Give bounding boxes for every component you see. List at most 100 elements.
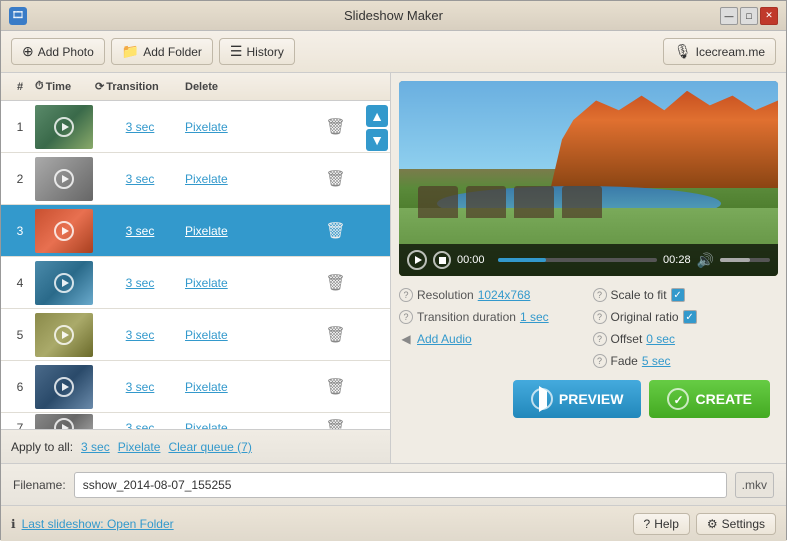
volume-icon: 🔊 <box>697 252 714 269</box>
video-preview: 00:00 00:28 🔊 <box>399 81 778 276</box>
add-folder-button[interactable]: 📁 Add Folder <box>111 38 213 65</box>
right-panel: 00:00 00:28 🔊 ? Resolution 1024x768 <box>391 73 786 463</box>
apply-time[interactable]: 3 sec <box>81 440 110 454</box>
resolution-row: ? Resolution 1024x768 <box>399 284 585 306</box>
resolution-value[interactable]: 1024x768 <box>478 288 531 302</box>
video-duration: 00:28 <box>663 254 691 266</box>
scale-checkbox[interactable] <box>671 288 685 302</box>
delete-button[interactable]: 🗑 <box>285 169 386 189</box>
scroll-up-button[interactable]: ▲ <box>366 105 388 127</box>
slide-time[interactable]: 3 sec <box>95 276 185 290</box>
slide-transition[interactable]: Pixelate <box>185 276 285 290</box>
slide-thumbnail <box>35 105 93 149</box>
video-play-button[interactable] <box>407 250 427 270</box>
toolbar-right: 🎙 Icecream.me <box>663 38 776 65</box>
close-button[interactable]: ✕ <box>760 7 778 25</box>
table-row[interactable]: 2 3 sec Pixelate 🗑 <box>1 153 390 205</box>
table-row[interactable]: 3 3 sec Pixelate 🗑 <box>1 205 390 257</box>
slide-time[interactable]: 3 sec <box>95 421 185 430</box>
transition-duration-value[interactable]: 1 sec <box>520 310 549 324</box>
delete-button[interactable]: 🗑 <box>285 221 386 241</box>
slide-time[interactable]: 3 sec <box>95 224 185 238</box>
scroll-arrows: ▲ ▼ <box>366 101 388 155</box>
history-icon: ☰ <box>230 43 243 60</box>
delete-button[interactable]: 🗑 <box>285 377 386 397</box>
slide-transition[interactable]: Pixelate <box>185 224 285 238</box>
col-header-delete: Delete <box>185 81 285 93</box>
slide-transition[interactable]: Pixelate <box>185 380 285 394</box>
status-left: ℹ Last slideshow: Open Folder <box>11 517 174 531</box>
table-row[interactable]: 7 3 sec Pixelate 🗑 <box>1 413 390 429</box>
history-button[interactable]: ☰ History <box>219 38 295 65</box>
fade-value[interactable]: 5 sec <box>642 354 671 368</box>
slide-list-body[interactable]: 1 3 sec Pixelate 🗑 2 3 sec Pixelate 🗑 <box>1 101 390 429</box>
table-row[interactable]: 6 3 sec Pixelate 🗑 <box>1 361 390 413</box>
add-folder-icon: 📁 <box>122 43 139 60</box>
slide-time[interactable]: 3 sec <box>95 328 185 342</box>
clear-queue-link[interactable]: Clear queue (7) <box>168 440 251 454</box>
slide-number: 6 <box>5 380 35 394</box>
delete-button[interactable]: 🗑 <box>285 325 386 345</box>
settings-right: ? Scale to fit ? Original ratio ? Offset… <box>593 284 779 372</box>
slide-transition[interactable]: Pixelate <box>185 172 285 186</box>
play-icon <box>54 377 74 397</box>
col-header-transition: ⟳ Transition <box>95 80 185 93</box>
status-text[interactable]: Last slideshow: Open Folder <box>22 517 174 531</box>
delete-button[interactable]: 🗑 <box>285 418 386 430</box>
brand-button[interactable]: 🎙 Icecream.me <box>663 38 776 65</box>
table-row[interactable]: 1 3 sec Pixelate 🗑 <box>1 101 390 153</box>
slide-transition[interactable]: Pixelate <box>185 421 285 430</box>
slide-number: 3 <box>5 224 35 238</box>
resolution-label: Resolution <box>417 288 474 302</box>
maximize-button[interactable]: □ <box>740 7 758 25</box>
video-controls: 00:00 00:28 🔊 <box>399 244 778 276</box>
help-button[interactable]: ? Help <box>633 513 690 535</box>
toolbar-left: ⊕ Add Photo 📁 Add Folder ☰ History <box>11 38 295 65</box>
create-button[interactable]: CREATE <box>649 380 770 418</box>
resolution-help-icon[interactable]: ? <box>399 288 413 302</box>
offset-value[interactable]: 0 sec <box>646 332 675 346</box>
action-buttons-bar: PREVIEW CREATE <box>399 380 778 422</box>
apply-label: Apply to all: <box>11 440 73 454</box>
apply-to-all-bar: Apply to all: 3 sec Pixelate Clear queue… <box>1 429 390 463</box>
table-row[interactable]: 4 3 sec Pixelate 🗑 <box>1 257 390 309</box>
ratio-help-icon[interactable]: ? <box>593 310 607 324</box>
transition-help-icon[interactable]: ? <box>399 310 413 324</box>
play-icon <box>54 117 74 137</box>
fade-label: Fade <box>611 354 638 368</box>
slide-time[interactable]: 3 sec <box>95 172 185 186</box>
offset-label: Offset <box>611 332 643 346</box>
settings-button[interactable]: ⚙ Settings <box>696 513 776 535</box>
offset-help-icon[interactable]: ? <box>593 332 607 346</box>
chair-4 <box>562 186 602 218</box>
preview-button[interactable]: PREVIEW <box>513 380 642 418</box>
video-progress-bar[interactable] <box>498 258 657 262</box>
apply-transition[interactable]: Pixelate <box>118 440 161 454</box>
ratio-checkbox[interactable] <box>683 310 697 324</box>
fade-row: ? Fade 5 sec <box>593 350 779 372</box>
delete-button[interactable]: 🗑 <box>285 273 386 293</box>
table-row[interactable]: 5 3 sec Pixelate 🗑 <box>1 309 390 361</box>
filename-input[interactable] <box>74 472 727 498</box>
video-stop-button[interactable] <box>433 251 451 269</box>
scale-help-icon[interactable]: ? <box>593 288 607 302</box>
preview-label: PREVIEW <box>559 391 624 407</box>
app-icon: 🎞 <box>9 7 27 25</box>
slide-time[interactable]: 3 sec <box>95 380 185 394</box>
help-icon: ? <box>644 517 651 531</box>
fade-help-icon[interactable]: ? <box>593 354 607 368</box>
volume-bar[interactable] <box>720 258 770 262</box>
slide-transition[interactable]: Pixelate <box>185 328 285 342</box>
add-photo-button[interactable]: ⊕ Add Photo <box>11 38 105 65</box>
minimize-button[interactable]: — <box>720 7 738 25</box>
slide-transition[interactable]: Pixelate <box>185 120 285 134</box>
add-audio-link[interactable]: Add Audio <box>417 332 472 346</box>
play-icon <box>54 418 74 430</box>
chair-2 <box>466 186 506 218</box>
slide-time[interactable]: 3 sec <box>95 120 185 134</box>
volume-fill <box>720 258 750 262</box>
scroll-down-button[interactable]: ▼ <box>366 129 388 151</box>
slide-list-panel: # ⏱ Time ⟳ Transition Delete 1 3 sec Pix… <box>1 73 391 463</box>
main-content: # ⏱ Time ⟳ Transition Delete 1 3 sec Pix… <box>1 73 786 463</box>
slide-thumbnail <box>35 365 93 409</box>
